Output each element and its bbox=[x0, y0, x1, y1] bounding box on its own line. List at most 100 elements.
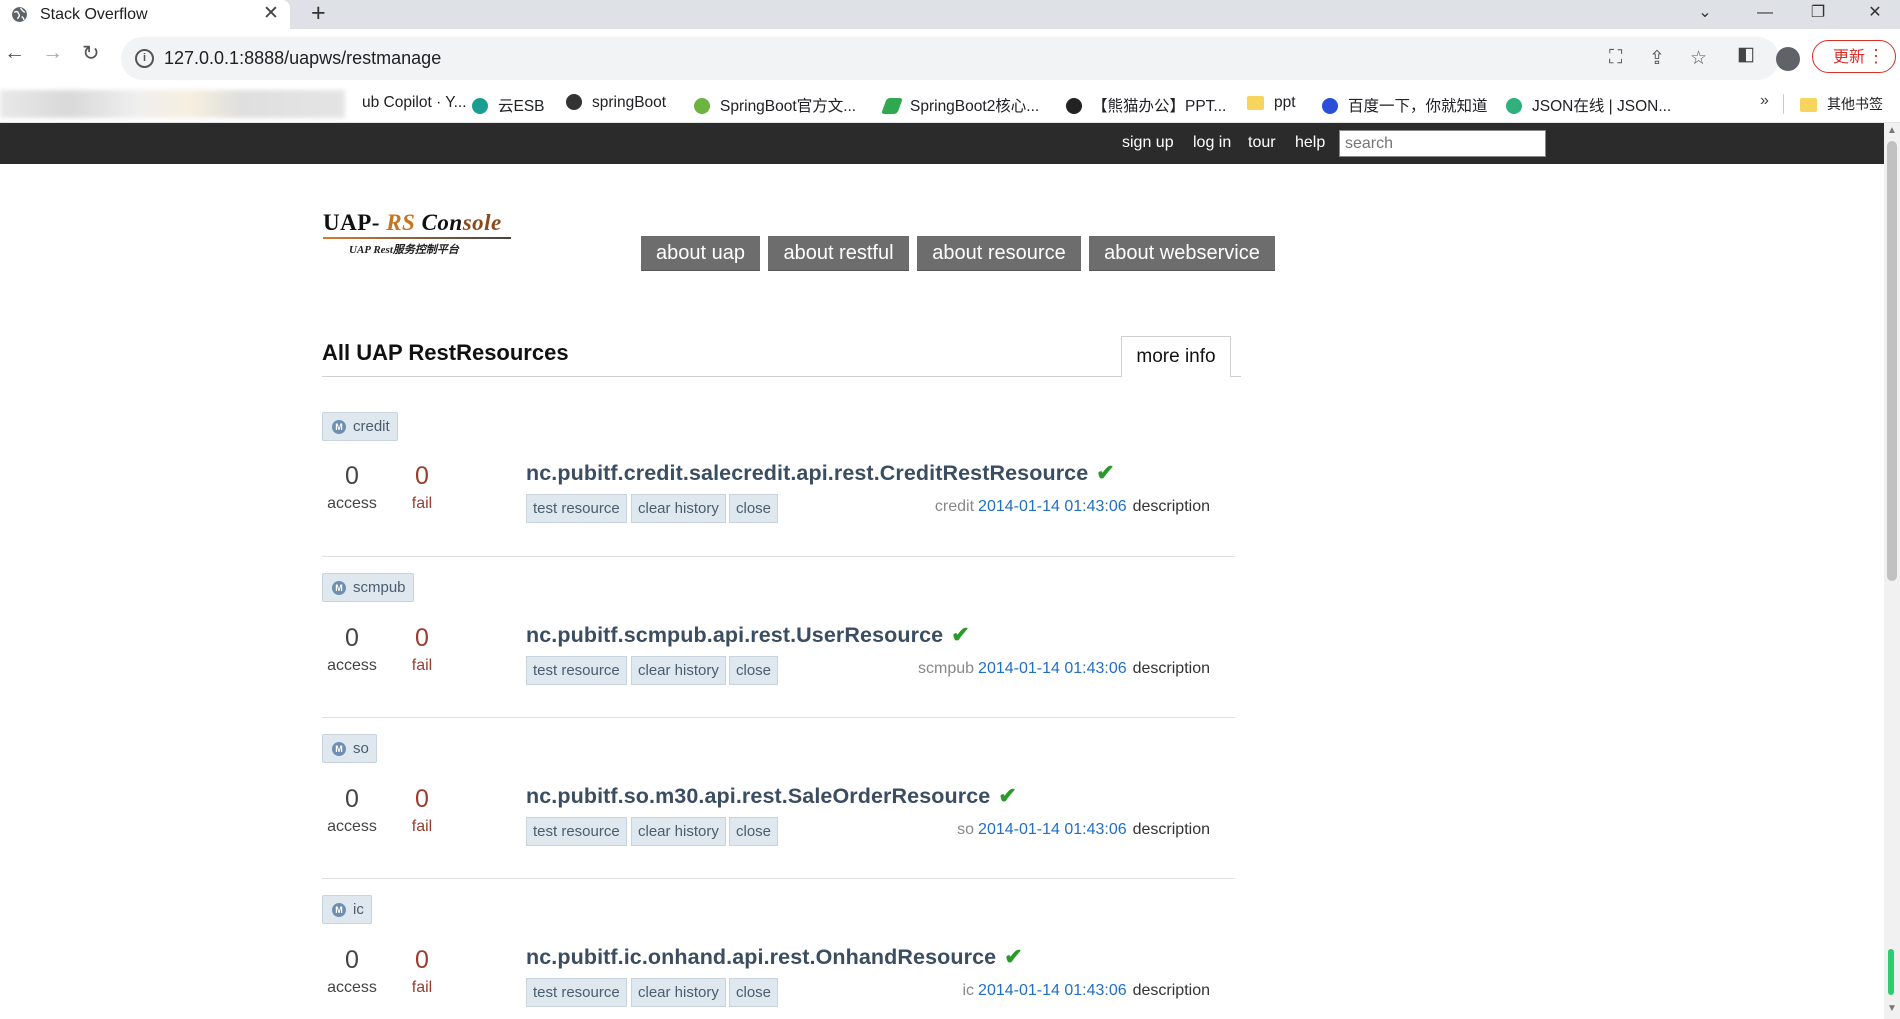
about-uap-button[interactable]: about uap bbox=[641, 236, 760, 271]
bookmark-star-icon[interactable]: ☆ bbox=[1690, 47, 1707, 70]
bookmark-item[interactable]: SpringBoot2核心... bbox=[881, 94, 1039, 116]
access-label: access bbox=[327, 818, 377, 835]
bookmark-item[interactable]: 云ESB bbox=[472, 94, 545, 116]
close-window-button[interactable]: ✕ bbox=[1855, 0, 1895, 29]
resource-name-link[interactable]: nc.pubitf.ic.onhand.api.rest.OnhandResou… bbox=[526, 944, 1023, 970]
access-label: access bbox=[327, 657, 377, 674]
bookmark-item[interactable]: ppt bbox=[1247, 94, 1296, 112]
clear-history-button[interactable]: clear history bbox=[631, 817, 726, 846]
back-icon[interactable]: ← bbox=[4, 41, 25, 65]
test-resource-button[interactable]: test resource bbox=[526, 656, 627, 685]
module-icon: M bbox=[332, 903, 346, 917]
clear-history-button[interactable]: clear history bbox=[631, 494, 726, 523]
update-button[interactable]: 更新 ⋮ bbox=[1812, 40, 1896, 73]
blurred-bookmarks bbox=[0, 90, 345, 118]
about-restful-button[interactable]: about restful bbox=[768, 236, 909, 271]
module-name: scmpub bbox=[918, 660, 975, 677]
sign-up-link[interactable]: sign up bbox=[1122, 134, 1174, 152]
help-link[interactable]: help bbox=[1295, 134, 1325, 152]
bookmark-item[interactable]: springBoot bbox=[566, 94, 666, 112]
timestamp: 2014-01-14 01:43:06 bbox=[978, 821, 1127, 838]
browser-tab[interactable]: Stack Overflow ✕ bbox=[0, 0, 290, 29]
description-link[interactable]: description bbox=[1133, 982, 1210, 999]
description-link[interactable]: description bbox=[1133, 498, 1210, 515]
timestamp: 2014-01-14 01:43:06 bbox=[978, 498, 1127, 515]
resource-tag[interactable]: Mic bbox=[322, 895, 372, 924]
resource-tag[interactable]: Mso bbox=[322, 734, 377, 763]
tab-search-icon[interactable]: ⌄ bbox=[1685, 0, 1725, 29]
bookmark-item[interactable]: ub Copilot · Y... bbox=[362, 94, 467, 112]
tab-close-icon[interactable]: ✕ bbox=[263, 2, 279, 25]
access-count: 0 bbox=[345, 462, 359, 490]
url-text[interactable]: 127.0.0.1:8888/uapws/restmanage bbox=[164, 48, 441, 69]
test-resource-button[interactable]: test resource bbox=[526, 817, 627, 846]
section-divider bbox=[1231, 376, 1241, 377]
reload-icon[interactable]: ↻ bbox=[82, 41, 100, 66]
resource-meta: so 2014-01-14 01:43:06 description bbox=[957, 821, 1210, 839]
globe-icon bbox=[566, 94, 582, 110]
bookmark-item[interactable]: 百度一下，你就知道 bbox=[1322, 94, 1488, 116]
panda-icon bbox=[1066, 98, 1082, 114]
scroll-down-icon[interactable]: ▼ bbox=[1887, 1003, 1897, 1014]
ok-check-icon: ✔ bbox=[1004, 944, 1023, 969]
section-divider bbox=[322, 376, 1122, 377]
side-panel-icon[interactable]: ◧ bbox=[1737, 43, 1755, 66]
log-in-link[interactable]: log in bbox=[1193, 134, 1231, 152]
ok-check-icon: ✔ bbox=[951, 622, 970, 647]
close-button[interactable]: close bbox=[729, 978, 779, 1007]
forward-icon[interactable]: → bbox=[42, 41, 63, 65]
baidu-paw-icon bbox=[1322, 98, 1338, 114]
tour-link[interactable]: tour bbox=[1248, 134, 1276, 152]
other-bookmarks[interactable]: 其他书签 bbox=[1800, 94, 1883, 114]
search-input[interactable] bbox=[1339, 130, 1546, 157]
scroll-thumb[interactable] bbox=[1887, 141, 1897, 581]
more-bookmarks-icon[interactable]: » bbox=[1760, 92, 1769, 110]
new-tab-button[interactable]: + bbox=[311, 0, 326, 28]
timestamp: 2014-01-14 01:43:06 bbox=[978, 982, 1127, 999]
browser-toolbar: ← → ↻ i 127.0.0.1:8888/uapws/restmanage … bbox=[0, 29, 1900, 86]
page-scrollbar[interactable]: ▲ ▼ bbox=[1884, 123, 1900, 1019]
bookmark-item[interactable]: 【熊猫办公】PPT... bbox=[1066, 94, 1226, 116]
resource-tag[interactable]: Mscmpub bbox=[322, 573, 414, 602]
bookmark-item[interactable]: JSON在线 | JSON... bbox=[1506, 94, 1671, 116]
close-button[interactable]: close bbox=[729, 817, 779, 846]
profile-avatar[interactable] bbox=[1776, 47, 1800, 71]
ok-check-icon: ✔ bbox=[998, 783, 1017, 808]
resource-name-link[interactable]: nc.pubitf.so.m30.api.rest.SaleOrderResou… bbox=[526, 783, 1017, 809]
row-divider bbox=[322, 717, 1235, 718]
more-info-tab[interactable]: more info bbox=[1121, 336, 1231, 377]
timestamp: 2014-01-14 01:43:06 bbox=[978, 660, 1127, 677]
about-resource-button[interactable]: about resource bbox=[917, 236, 1081, 271]
tab-title: Stack Overflow bbox=[40, 6, 148, 23]
menu-dots-icon: ⋮ bbox=[1867, 46, 1885, 66]
test-resource-button[interactable]: test resource bbox=[526, 978, 627, 1007]
site-info-icon[interactable]: i bbox=[135, 49, 154, 68]
about-webservice-button[interactable]: about webservice bbox=[1089, 236, 1275, 271]
share-icon[interactable]: ⇪ bbox=[1649, 47, 1665, 70]
resource-name-link[interactable]: nc.pubitf.credit.salecredit.api.rest.Cre… bbox=[526, 460, 1115, 486]
restore-button[interactable]: ❐ bbox=[1798, 0, 1838, 29]
translate-icon[interactable]: ⛶ bbox=[1609, 47, 1622, 69]
json-icon bbox=[1506, 98, 1522, 114]
clear-history-button[interactable]: clear history bbox=[631, 978, 726, 1007]
access-count: 0 bbox=[345, 946, 359, 974]
scroll-up-icon[interactable]: ▲ bbox=[1887, 125, 1897, 136]
resource-tag[interactable]: Mcredit bbox=[322, 412, 398, 441]
description-link[interactable]: description bbox=[1133, 660, 1210, 677]
module-name: so bbox=[957, 821, 975, 838]
fail-count: 0 bbox=[415, 624, 429, 652]
close-button[interactable]: close bbox=[729, 494, 779, 523]
address-bar[interactable]: i 127.0.0.1:8888/uapws/restmanage ⛶ ⇪ ☆ bbox=[121, 37, 1779, 80]
uap-rs-console-logo[interactable]: UAP- RS Console UAP Rest服务控制平台 bbox=[323, 210, 513, 260]
clear-history-button[interactable]: clear history bbox=[631, 656, 726, 685]
leaf-icon bbox=[881, 98, 903, 114]
site-top-bar: sign up log in tour help bbox=[0, 123, 1884, 164]
resource-name-link[interactable]: nc.pubitf.scmpub.api.rest.UserResource ✔ bbox=[526, 622, 970, 648]
test-resource-button[interactable]: test resource bbox=[526, 494, 627, 523]
close-button[interactable]: close bbox=[729, 656, 779, 685]
bookmark-item[interactable]: SpringBoot官方文... bbox=[694, 94, 856, 116]
minimize-button[interactable]: — bbox=[1745, 0, 1785, 29]
access-count: 0 bbox=[345, 624, 359, 652]
description-link[interactable]: description bbox=[1133, 821, 1210, 838]
fail-count: 0 bbox=[415, 462, 429, 490]
